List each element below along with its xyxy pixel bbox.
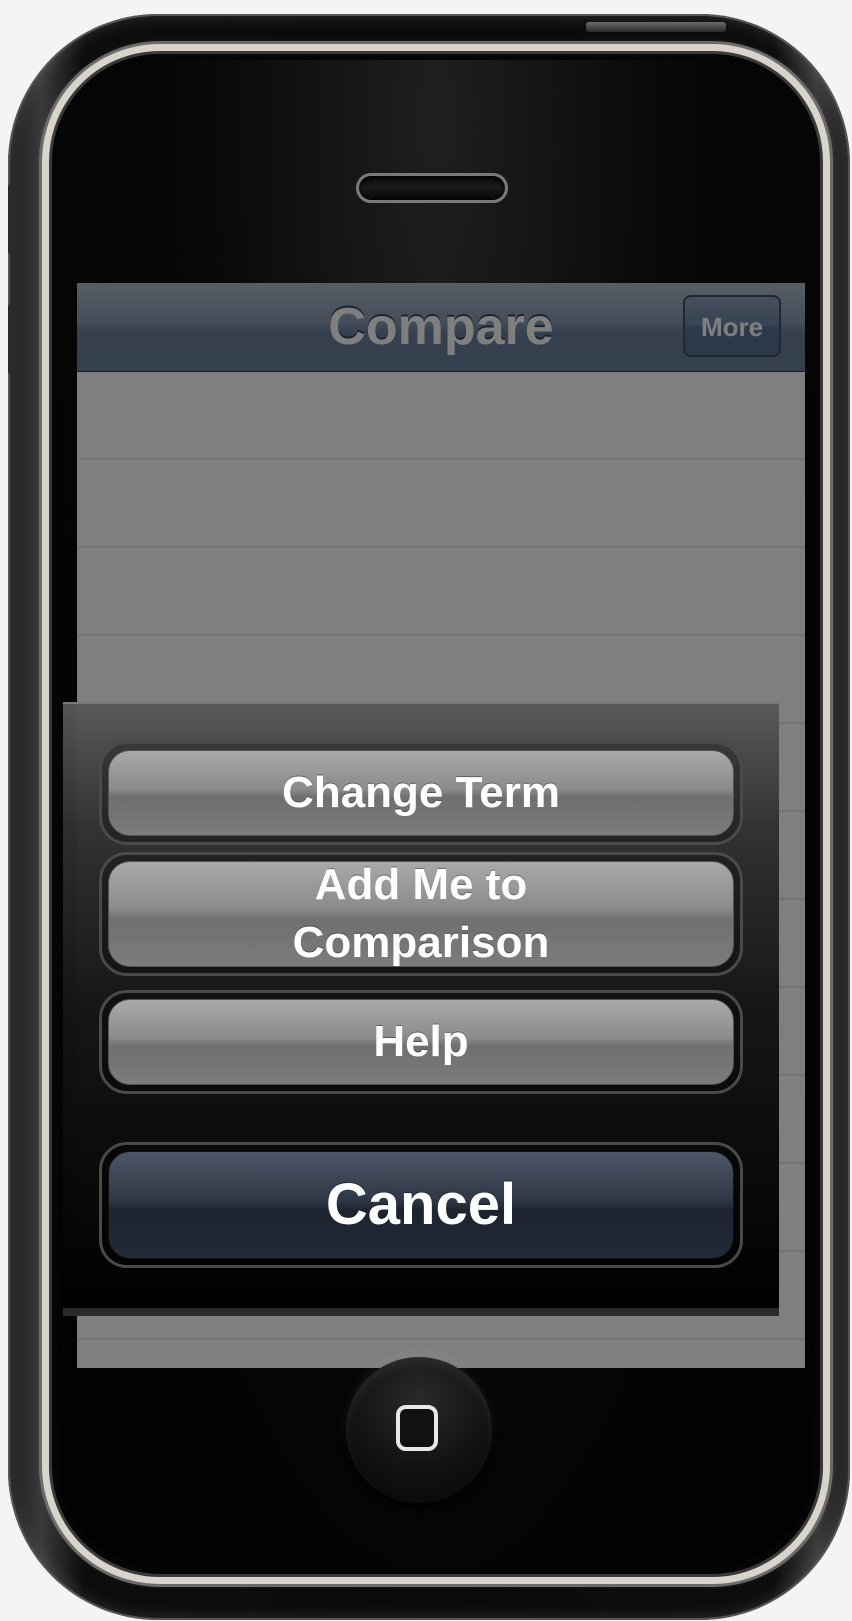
change-term-label: Change Term [282, 768, 560, 817]
earpiece-speaker [356, 173, 508, 203]
help-label: Help [373, 1017, 469, 1066]
cancel-label: Cancel [325, 1172, 517, 1237]
change-term-button[interactable]: Change Term [99, 741, 743, 845]
action-sheet: Change Term Add Me to Comparison Help Ca… [63, 702, 779, 1316]
cancel-button[interactable]: Cancel [99, 1142, 743, 1268]
sheet-bottom-divider [63, 1308, 779, 1316]
sleep-button[interactable] [586, 22, 726, 32]
home-button[interactable] [346, 1357, 492, 1503]
home-icon [396, 1405, 438, 1451]
help-button[interactable]: Help [99, 990, 743, 1094]
volume-down-button[interactable] [8, 304, 16, 374]
device-mockup: Compare More Change Term Add Me to Compa… [0, 0, 852, 1621]
volume-up-button[interactable] [8, 184, 16, 254]
add-me-to-comparison-label: Add Me to Comparison [292, 860, 550, 967]
add-me-to-comparison-button[interactable]: Add Me to Comparison [99, 852, 743, 976]
